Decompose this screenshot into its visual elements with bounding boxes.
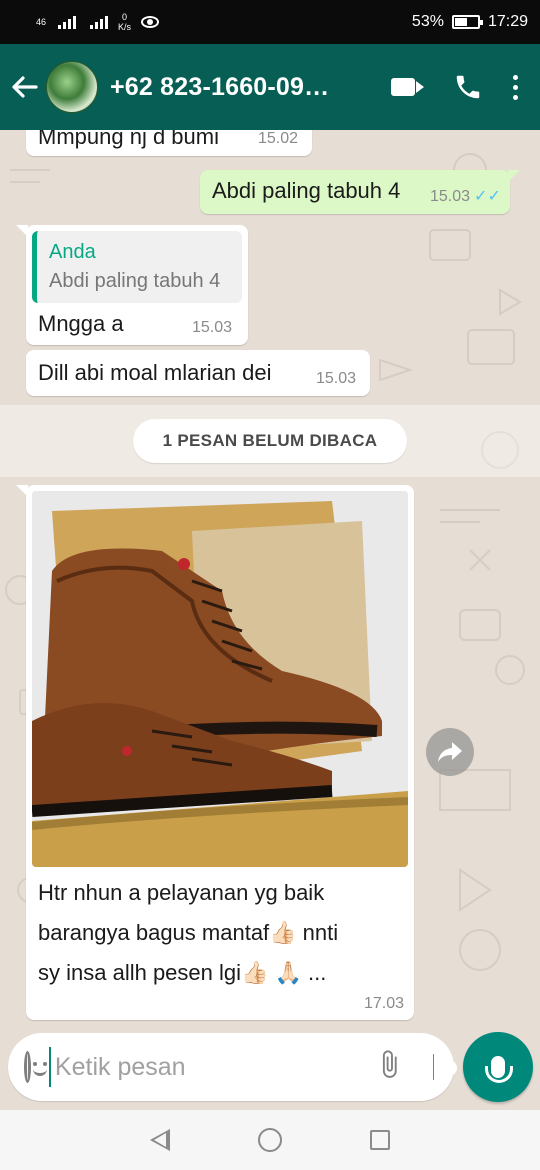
status-bar: 46 0 K/s 53% 17:29 — [0, 0, 540, 44]
message-time: 17.03 — [364, 995, 405, 1012]
battery-percent: 53% — [411, 13, 444, 30]
message-time: 15.02 — [258, 130, 299, 147]
message-bubble-in[interactable]: Dill abi moal mlarian dei 15.03 — [26, 350, 370, 396]
clock: 17:29 — [487, 13, 528, 30]
arrow-left-icon — [12, 76, 38, 98]
video-camera-icon — [391, 78, 415, 96]
emoji-icon[interactable] — [24, 1051, 47, 1083]
nav-back-icon[interactable] — [150, 1129, 170, 1151]
quote-author: Anda — [49, 241, 96, 263]
message-text: Mngga a — [38, 311, 124, 336]
contact-name[interactable]: +62 823-1660-09… — [110, 73, 329, 102]
battery-icon — [451, 15, 483, 29]
message-time: 15.03 — [192, 319, 233, 336]
video-call-button[interactable] — [391, 78, 423, 96]
unread-label: 1 PESAN BELUM DIBACA — [132, 419, 408, 463]
boots-photo-image — [32, 491, 408, 867]
back-button[interactable] — [2, 44, 46, 130]
message-time: 15.03 — [316, 370, 357, 387]
quote-text: Abdi paling tabuh 4 — [49, 270, 221, 292]
nav-home-icon[interactable] — [258, 1128, 282, 1152]
contact-avatar[interactable] — [46, 61, 98, 113]
chat-area[interactable]: Mmpung nj d bumi 15.02 Abdi paling tabuh… — [0, 130, 540, 1028]
message-text: Abdi paling tabuh 4 — [212, 178, 401, 203]
caption-line: sy insa allh pesen lgi👍🏻 🙏🏻 ... — [38, 960, 327, 985]
phone-icon — [456, 75, 480, 99]
forward-icon — [438, 742, 462, 762]
mic-button[interactable] — [463, 1032, 533, 1102]
message-composer — [8, 1033, 459, 1101]
quoted-message[interactable]: Anda Abdi paling tabuh 4 — [32, 231, 242, 303]
image-caption: Htr nhun a pelayanan yg baik barangya ba… — [38, 873, 398, 993]
unread-banner: 1 PESAN BELUM DIBACA — [0, 405, 540, 477]
eye-icon — [141, 16, 160, 28]
more-options-button[interactable] — [513, 74, 518, 100]
signal-icon-2 — [90, 15, 109, 29]
message-text: Dill abi moal mlarian dei — [38, 360, 272, 385]
message-input[interactable] — [48, 1047, 377, 1087]
network-speed: 0 K/s — [118, 12, 132, 32]
network-type-label: 46 — [36, 16, 47, 27]
voice-call-button[interactable] — [453, 72, 483, 102]
message-bubble-in[interactable]: Mmpung nj d bumi 15.02 — [26, 130, 312, 156]
message-bubble-in[interactable]: Anda Abdi paling tabuh 4 Mngga a 15.03 — [16, 225, 248, 345]
read-ticks-icon: ✓✓ — [474, 188, 501, 205]
message-time: 15.03 ✓✓ — [430, 188, 501, 205]
chat-header: +62 823-1660-09… — [0, 44, 540, 130]
mic-icon — [485, 1056, 513, 1083]
caption-line: barangya bagus mantaf👍🏻 nnti — [38, 920, 339, 945]
signal-icon — [58, 15, 77, 29]
message-text: Mmpung nj d bumi — [38, 130, 219, 149]
image-message-bubble[interactable]: Htr nhun a pelayanan yg baik barangya ba… — [16, 485, 414, 1020]
camera-icon[interactable] — [432, 1054, 459, 1080]
message-photo[interactable] — [32, 491, 408, 867]
caption-line: Htr nhun a pelayanan yg baik — [38, 880, 325, 905]
message-bubble-out[interactable]: Abdi paling tabuh 4 15.03 ✓✓ — [200, 170, 520, 214]
forward-button[interactable] — [426, 728, 474, 776]
nav-recents-icon[interactable] — [370, 1130, 390, 1150]
system-nav-bar — [0, 1110, 540, 1170]
